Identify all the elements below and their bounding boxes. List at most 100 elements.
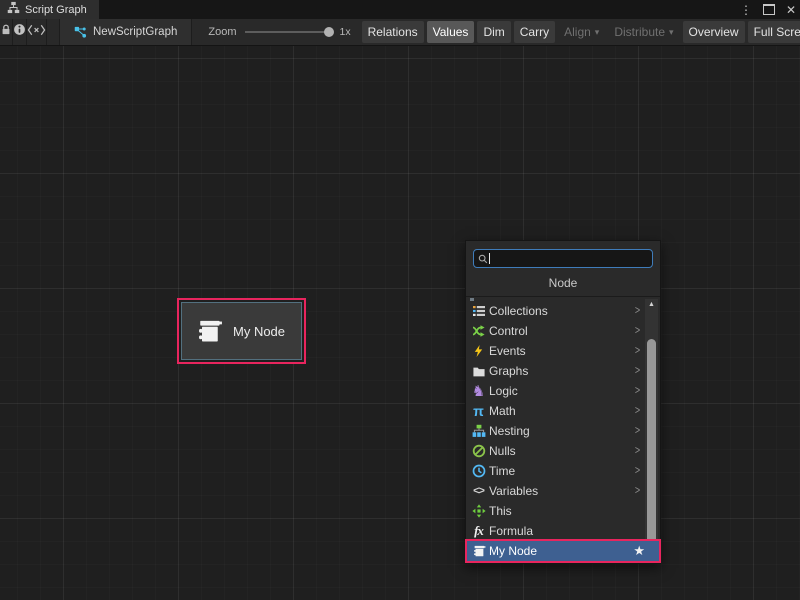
toolbar-button-label: Align [564, 25, 591, 39]
toolbar-button-label: Overview [689, 25, 739, 39]
toolbar-button-label: Distribute [614, 25, 665, 39]
popup-scrollbar[interactable]: ▲ ▼ [645, 299, 658, 560]
zoom-control: Zoom 1x [208, 26, 350, 38]
nesting-icon [471, 424, 486, 439]
list-item-nesting[interactable]: Nesting > [467, 421, 645, 441]
toolbar-button-dim[interactable]: Dim [477, 21, 510, 43]
list-item-collections[interactable]: Collections > [467, 301, 645, 321]
graph-toolbar: NewScriptGraph Zoom 1x Relations Values Di… [0, 19, 800, 46]
chevron-right-icon: > [635, 483, 640, 497]
list-item-label: Graphs [489, 364, 528, 378]
list-item-my-node[interactable]: My Node ★ [467, 541, 659, 561]
list-item-label: Collections [489, 304, 548, 318]
maximize-icon[interactable] [763, 4, 775, 15]
script-graph-window: Script Graph ⋮ ✕ [0, 0, 800, 600]
popup-list: Collections>Control>Events>Graphs>♞Logic… [467, 301, 645, 560]
toolbar-button-values[interactable]: Values [427, 21, 475, 43]
list-item-nulls[interactable]: Nulls > [467, 441, 645, 461]
graph-name-label: NewScriptGraph [93, 26, 177, 38]
script-graph-asset-icon [74, 26, 87, 39]
lock-icon [0, 23, 12, 41]
node-label: My Node [233, 324, 285, 339]
popup-header: Node [466, 273, 660, 296]
list-item-label: Logic [489, 384, 518, 398]
list-item-formula[interactable]: fxFormula [467, 521, 645, 541]
unit-node-icon [471, 544, 486, 559]
list-item-label: Math [489, 404, 516, 418]
info-button[interactable] [13, 19, 27, 45]
graph-canvas[interactable]: My Node Node Collec [0, 46, 800, 600]
favorite-star-icon[interactable]: ★ [633, 543, 645, 559]
chevron-down-icon: ▾ [669, 27, 674, 38]
list-item-label: Variables [489, 484, 538, 498]
chevron-right-icon: > [635, 363, 640, 377]
toolbar-button-relations[interactable]: Relations [362, 21, 424, 43]
chevron-right-icon: > [635, 403, 640, 417]
toolbar-button-label: Carry [520, 25, 549, 39]
list-item-label: This [489, 504, 512, 518]
toolbar-button-overview[interactable]: Overview [683, 21, 745, 43]
zoom-label: Zoom [208, 26, 236, 38]
list-item-label: Nesting [489, 424, 530, 438]
list-item-math[interactable]: πMath > [467, 401, 645, 421]
toolbar-button-carry[interactable]: Carry [514, 21, 555, 43]
search-field[interactable] [473, 249, 653, 268]
toolbar-button-label: Values [433, 25, 469, 39]
time-icon [471, 464, 486, 479]
collections-icon [471, 304, 486, 319]
toolbar-buttons: Relations Values Dim Carry Align ▾ Distribute ▾… [359, 21, 800, 43]
list-item-this[interactable]: This [467, 501, 645, 521]
chevron-right-icon: > [635, 463, 640, 477]
tab-strip: Script Graph ⋮ ✕ [0, 0, 800, 19]
window-menu-icon[interactable]: ⋮ [740, 4, 752, 16]
zoom-slider-handle[interactable] [324, 27, 334, 37]
list-item-time[interactable]: Time> [467, 461, 645, 481]
chevron-right-icon: > [635, 303, 640, 317]
unit-node-icon [195, 317, 223, 345]
list-item-logic[interactable]: ♞Logic> [467, 381, 645, 401]
scroll-up-icon[interactable]: ▲ [645, 301, 658, 309]
tab-script-graph[interactable]: Script Graph [0, 0, 99, 19]
list-item-graphs[interactable]: Graphs > [467, 361, 645, 381]
list-item-label: Nulls [489, 444, 516, 458]
list-item-label: Formula [489, 524, 533, 538]
graph-hierarchy-icon [7, 1, 20, 19]
math-icon: π [471, 404, 486, 419]
code-icon [27, 23, 46, 41]
toolbar-button-label: Relations [368, 25, 418, 39]
chevron-right-icon: > [635, 383, 640, 397]
graph-name-button[interactable]: NewScriptGraph [59, 19, 192, 45]
control-icon [471, 324, 486, 339]
tab-label: Script Graph [25, 4, 87, 16]
toolbar-button-distribute: Distribute ▾ [608, 21, 679, 43]
info-icon [13, 23, 26, 41]
text-caret [489, 253, 490, 264]
events-icon [471, 344, 486, 359]
preview-code-button[interactable] [27, 19, 47, 45]
list-item-label: My Node [489, 544, 537, 558]
toolbar-button-full-screen[interactable]: Full Screen [748, 21, 800, 43]
toolbar-button-label: Dim [483, 25, 504, 39]
list-item-variables[interactable]: <>Variables> [467, 481, 645, 501]
search-input[interactable] [492, 253, 648, 265]
graphs-icon [471, 364, 486, 379]
chevron-right-icon: > [635, 443, 640, 457]
zoom-slider[interactable] [245, 31, 331, 33]
chevron-right-icon: > [635, 423, 640, 437]
my-node-unit[interactable]: My Node [181, 302, 302, 360]
node-selection-outline: My Node [177, 298, 306, 364]
chevron-right-icon: > [635, 323, 640, 337]
list-item-label: Control [489, 324, 528, 338]
formula-icon: fx [471, 524, 486, 539]
list-item-events[interactable]: Events > [467, 341, 645, 361]
list-item-control[interactable]: Control > [467, 321, 645, 341]
lock-button[interactable] [0, 19, 13, 45]
chevron-right-icon: > [635, 343, 640, 357]
zoom-value: 1x [340, 26, 351, 38]
chevron-down-icon: ▾ [595, 27, 600, 38]
search-icon [478, 254, 488, 264]
toolbar-button-label: Full Screen [754, 25, 800, 39]
scrollbar-thumb[interactable] [647, 339, 656, 547]
list-item-label: Events [489, 344, 526, 358]
close-icon[interactable]: ✕ [786, 4, 796, 16]
